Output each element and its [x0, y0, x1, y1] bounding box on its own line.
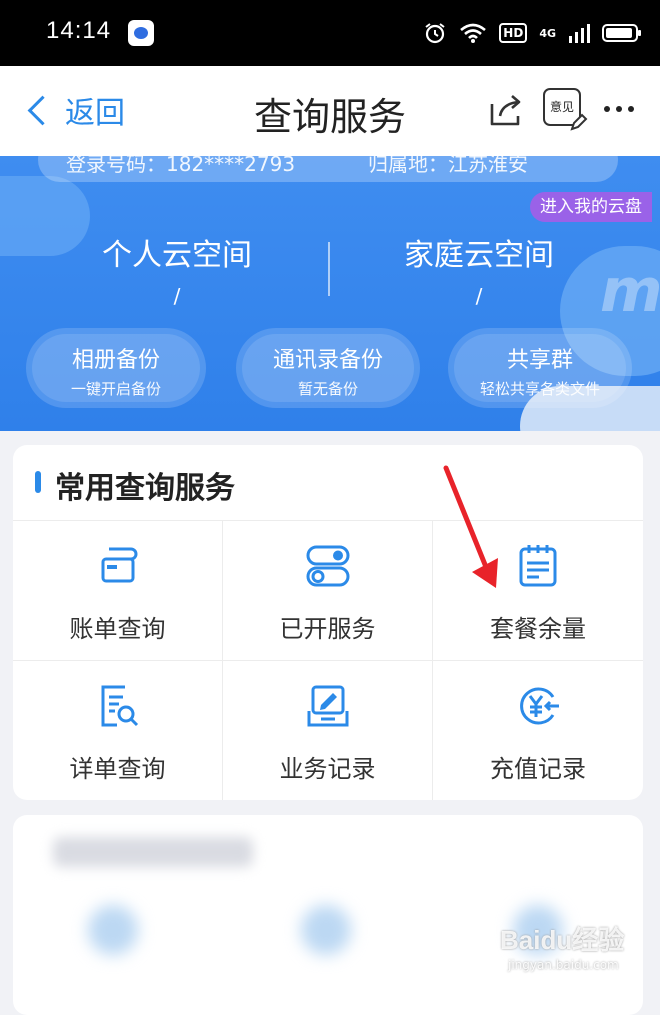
more-options-button[interactable] — [604, 106, 634, 112]
network-type: 4G — [539, 26, 556, 40]
photo-backup-inner: 相册备份 一键开启备份 — [32, 334, 200, 402]
service-label: 充值记录 — [490, 755, 586, 783]
yen-icon — [520, 687, 559, 725]
share-group-sub: 轻松共享各类文件 — [479, 380, 600, 398]
alarm-icon — [425, 23, 445, 44]
dot-icon — [616, 106, 622, 112]
service-grid: 账单查询 已开服务 套餐余量 详单查询 业务记录 充值记录 — [13, 520, 643, 800]
contacts-backup-button[interactable]: 通讯录备份 暂无备份 — [236, 328, 420, 408]
blurred-card — [13, 815, 643, 1015]
share-group-title: 共享群 — [506, 348, 573, 373]
bill-icon — [101, 547, 138, 583]
photo-backup-title: 相册备份 — [71, 348, 160, 373]
signal-icon — [569, 24, 590, 43]
blurred-icon — [301, 905, 351, 955]
login-number: 登录号码：182****2793 — [66, 156, 296, 176]
family-cloud-value: / — [475, 284, 483, 308]
service-recharge-record[interactable]: 充值记录 — [433, 661, 643, 800]
blurred-title — [53, 837, 253, 867]
service-active-services[interactable]: 已开服务 — [223, 521, 433, 661]
status-time: 14:14 — [46, 17, 112, 44]
status-indicators: HD 4G — [423, 18, 641, 48]
document-search-icon — [101, 685, 139, 727]
personal-cloud-value: / — [173, 284, 181, 308]
edit-record-icon — [307, 685, 349, 727]
service-bill-query[interactable]: 账单查询 — [13, 521, 223, 661]
share-group-button[interactable]: 共享群 轻松共享各类文件 — [448, 328, 632, 408]
nav-bar: 返回 查询服务 意见 — [0, 66, 660, 157]
baidu-watermark: Baidu经验 — [500, 925, 625, 955]
hd-badge: HD — [499, 23, 528, 43]
baidu-watermark-url: jingyan.baidu.com — [508, 958, 619, 972]
baidu-app-icon — [128, 20, 154, 46]
share-icon[interactable] — [486, 90, 526, 130]
login-region: 归属地：江苏淮安 — [368, 156, 528, 176]
feedback-button[interactable]: 意见 — [543, 88, 588, 131]
battery-icon — [602, 24, 641, 42]
service-package-balance[interactable]: 套餐余量 — [433, 521, 643, 661]
common-query-card: 常用查询服务 账单查询 已开服务 套餐余量 详单查询 业务记录 充值记录 — [13, 445, 643, 800]
toggle-icon — [306, 545, 350, 587]
wifi-icon — [460, 23, 487, 43]
card-header: 常用查询服务 — [13, 445, 643, 520]
card-title: 常用查询服务 — [55, 471, 235, 506]
pencil-icon — [570, 113, 588, 131]
service-detail-query[interactable]: 详单查询 — [13, 661, 223, 800]
service-label: 账单查询 — [69, 615, 166, 643]
family-cloud-space[interactable]: 家庭云空间 — [314, 230, 644, 274]
dot-icon — [604, 106, 610, 112]
contacts-backup-sub: 暂无备份 — [297, 380, 358, 398]
dot-icon — [628, 106, 634, 112]
photo-backup-sub: 一键开启备份 — [70, 380, 161, 398]
section-accent-bar — [35, 471, 41, 493]
photo-backup-button[interactable]: 相册备份 一键开启备份 — [26, 328, 206, 408]
calendar-icon — [519, 545, 557, 587]
personal-cloud-space[interactable]: 个人云空间 — [12, 230, 342, 274]
share-group-inner: 共享群 轻松共享各类文件 — [454, 334, 626, 402]
service-business-record[interactable]: 业务记录 — [223, 661, 433, 800]
service-label: 套餐余量 — [490, 615, 586, 643]
service-label: 业务记录 — [279, 755, 376, 783]
blurred-icon — [88, 905, 138, 955]
contacts-backup-inner: 通讯录备份 暂无备份 — [242, 334, 414, 402]
status-bar: 14:14 HD 4G — [0, 0, 660, 66]
login-info: 登录号码：182****2793 归属地：江苏淮安 — [38, 156, 618, 182]
enter-cloud-drive-button[interactable]: 进入我的云盘 — [530, 192, 652, 222]
service-label: 详单查询 — [69, 755, 166, 783]
service-label: 已开服务 — [279, 615, 376, 643]
cloud-banner: m 登录号码：182****2793 归属地：江苏淮安 进入我的云盘 个人云空间… — [0, 156, 660, 431]
contacts-backup-title: 通讯录备份 — [272, 348, 383, 373]
